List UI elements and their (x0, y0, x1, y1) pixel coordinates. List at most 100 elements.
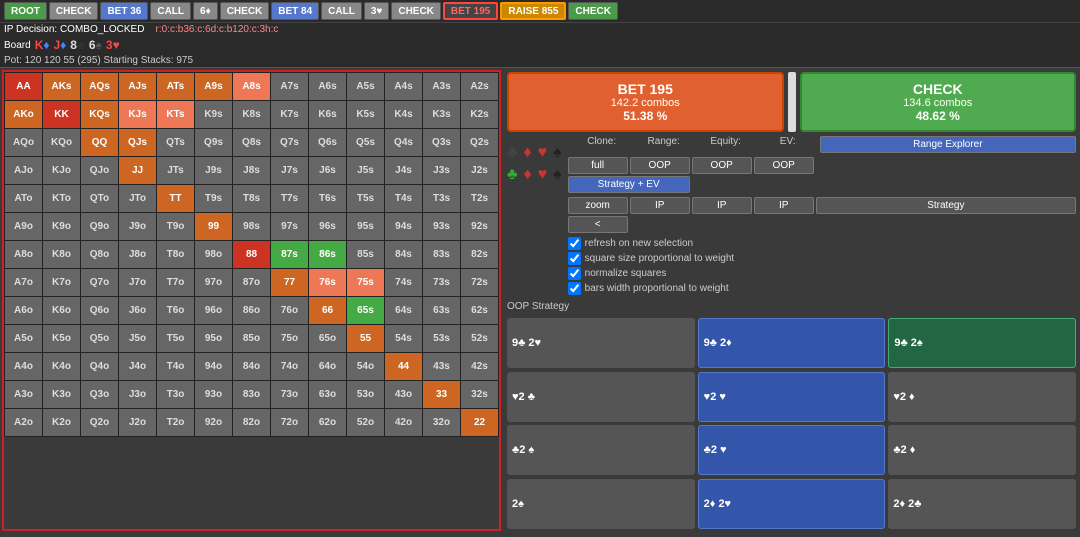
matrix-cell[interactable]: Q9s (195, 129, 233, 157)
matrix-cell[interactable]: 98o (195, 241, 233, 269)
matrix-cell[interactable]: QJo (81, 157, 119, 185)
matrix-cell[interactable]: T4s (385, 185, 423, 213)
matrix-cell[interactable]: J5s (347, 157, 385, 185)
matrix-cell[interactable]: Q2o (81, 409, 119, 437)
matrix-cell[interactable]: T7o (157, 269, 195, 297)
card-cell[interactable]: ♥2 ♥ (698, 372, 886, 422)
matrix-cell[interactable]: 32o (423, 409, 461, 437)
matrix-cell[interactable]: 88 (233, 241, 271, 269)
lt-button[interactable]: < (568, 216, 628, 233)
matrix-cell[interactable]: T5s (347, 185, 385, 213)
matrix-cell[interactable]: 85s (347, 241, 385, 269)
matrix-cell[interactable]: K5s (347, 101, 385, 129)
matrix-cell[interactable]: J5o (119, 325, 157, 353)
matrix-cell[interactable]: J4o (119, 353, 157, 381)
matrix-cell[interactable]: 92s (461, 213, 499, 241)
cb2-checkbox[interactable] (568, 252, 581, 265)
matrix-cell[interactable]: J6s (309, 157, 347, 185)
matrix-cell[interactable]: KQs (81, 101, 119, 129)
matrix-cell[interactable]: T7s (271, 185, 309, 213)
matrix-cell[interactable]: A6s (309, 73, 347, 101)
matrix-cell[interactable]: A3s (423, 73, 461, 101)
check-button-1[interactable]: CHECK (49, 2, 99, 20)
matrix-cell[interactable]: A8s (233, 73, 271, 101)
checkbox-item[interactable]: bars width proportional to weight (568, 282, 1076, 295)
matrix-cell[interactable]: T9s (195, 185, 233, 213)
matrix-cell[interactable]: T2s (461, 185, 499, 213)
matrix-cell[interactable]: 93o (195, 381, 233, 409)
matrix-cell[interactable]: J9o (119, 213, 157, 241)
matrix-cell[interactable]: K6o (43, 297, 81, 325)
club-icon-1[interactable]: ♣ (507, 144, 518, 162)
call-button-2[interactable]: CALL (321, 2, 362, 20)
matrix-cell[interactable]: 54o (347, 353, 385, 381)
card-cell[interactable]: 2♦ 2♣ (888, 479, 1076, 529)
matrix-cell[interactable]: JTs (157, 157, 195, 185)
full-button[interactable]: full (568, 157, 628, 174)
matrix-cell[interactable]: 96o (195, 297, 233, 325)
matrix-cell[interactable]: A8o (5, 241, 43, 269)
card-cell[interactable]: 9♣ 2♠ (888, 318, 1076, 368)
cb1-checkbox[interactable] (568, 237, 581, 250)
matrix-cell[interactable]: A4s (385, 73, 423, 101)
check-button-2[interactable]: CHECK (220, 2, 270, 20)
matrix-cell[interactable]: A4o (5, 353, 43, 381)
matrix-cell[interactable]: K8o (43, 241, 81, 269)
matrix-cell[interactable]: A5o (5, 325, 43, 353)
matrix-cell[interactable]: 65o (309, 325, 347, 353)
matrix-cell[interactable]: A3o (5, 381, 43, 409)
matrix-cell[interactable]: 42o (385, 409, 423, 437)
6d-button[interactable]: 6♦ (193, 2, 218, 20)
matrix-cell[interactable]: 63o (309, 381, 347, 409)
diamond-icon-1[interactable]: ♦ (524, 144, 532, 162)
matrix-cell[interactable]: Q9o (81, 213, 119, 241)
3h-button[interactable]: 3♥ (364, 2, 390, 20)
matrix-cell[interactable]: K9s (195, 101, 233, 129)
range-explorer-button[interactable]: Range Explorer (820, 136, 1076, 153)
matrix-cell[interactable]: 84s (385, 241, 423, 269)
matrix-cell[interactable]: T6o (157, 297, 195, 325)
matrix-cell[interactable]: 44 (385, 353, 423, 381)
card-cell[interactable]: ♥2 ♦ (888, 372, 1076, 422)
bet84-button[interactable]: BET 84 (271, 2, 319, 20)
matrix-cell[interactable]: ATo (5, 185, 43, 213)
cb4-checkbox[interactable] (568, 282, 581, 295)
matrix-cell[interactable]: K7o (43, 269, 81, 297)
heart-icon-2[interactable]: ♥ (538, 166, 548, 184)
checkbox-item[interactable]: normalize squares (568, 267, 1076, 280)
matrix-cell[interactable]: KJs (119, 101, 157, 129)
diamond-icon-2[interactable]: ♦ (524, 166, 532, 184)
matrix-cell[interactable]: 33 (423, 381, 461, 409)
matrix-cell[interactable]: AKo (5, 101, 43, 129)
matrix-cell[interactable]: 98s (233, 213, 271, 241)
matrix-cell[interactable]: AJs (119, 73, 157, 101)
bet195-button[interactable]: BET 195 (443, 2, 498, 20)
matrix-cell[interactable]: JJ (119, 157, 157, 185)
matrix-cell[interactable]: ATs (157, 73, 195, 101)
matrix-cell[interactable]: Q5s (347, 129, 385, 157)
matrix-cell[interactable]: 43o (385, 381, 423, 409)
matrix-cell[interactable]: 65s (347, 297, 385, 325)
matrix-cell[interactable]: 95s (347, 213, 385, 241)
matrix-cell[interactable]: AA (5, 73, 43, 101)
matrix-cell[interactable]: 75s (347, 269, 385, 297)
matrix-cell[interactable]: 72s (461, 269, 499, 297)
call-button-1[interactable]: CALL (150, 2, 191, 20)
card-cell[interactable]: ♣2 ♥ (698, 425, 886, 475)
matrix-cell[interactable]: 97s (271, 213, 309, 241)
club-icon-2[interactable]: ♣ (507, 166, 518, 184)
checkbox-item[interactable]: refresh on new selection (568, 237, 1076, 250)
matrix-cell[interactable]: T8s (233, 185, 271, 213)
matrix-cell[interactable]: K2o (43, 409, 81, 437)
bet36-button[interactable]: BET 36 (100, 2, 148, 20)
matrix-cell[interactable]: 94o (195, 353, 233, 381)
root-button[interactable]: ROOT (4, 2, 47, 20)
matrix-cell[interactable]: Q2s (461, 129, 499, 157)
matrix-cell[interactable]: Q3o (81, 381, 119, 409)
matrix-cell[interactable]: 22 (461, 409, 499, 437)
matrix-cell[interactable]: AQo (5, 129, 43, 157)
matrix-cell[interactable]: K4o (43, 353, 81, 381)
matrix-cell[interactable]: J8o (119, 241, 157, 269)
card-cell[interactable]: 2♦ 2♥ (698, 479, 886, 529)
matrix-cell[interactable]: KK (43, 101, 81, 129)
